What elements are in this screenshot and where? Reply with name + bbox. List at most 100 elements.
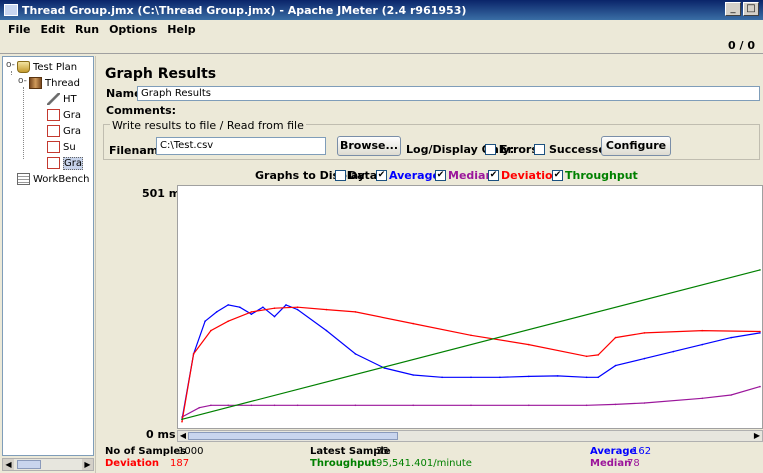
tree-line xyxy=(23,87,24,159)
graph-results-panel: Graph Results Name: Graph Results Commen… xyxy=(100,56,763,473)
deviation-checkbox[interactable]: ✔ xyxy=(488,170,499,181)
successes-checkbox[interactable] xyxy=(534,144,545,155)
stats-footer: No of Samples 1000 Latest Sample 35 Aver… xyxy=(100,444,763,472)
pane-splitter[interactable] xyxy=(95,56,99,473)
series-point-median xyxy=(296,404,299,407)
tree-node-graph-1[interactable]: Gra xyxy=(47,107,81,123)
series-point-average xyxy=(528,375,530,378)
tree-node-graph-results[interactable]: Gra xyxy=(47,155,83,171)
series-point-average xyxy=(204,320,206,322)
menu-run[interactable]: Run xyxy=(70,23,104,36)
throughput-checkbox[interactable]: ✔ xyxy=(552,170,563,181)
workbench-icon xyxy=(17,173,30,185)
deviation-stat-value: 187 xyxy=(170,458,190,469)
test-plan-tree[interactable]: o- Test Plan o- Thread HT Gra Gra Su Gra… xyxy=(2,56,94,456)
graph-icon xyxy=(47,157,60,169)
scroll-left-icon[interactable]: ◀ xyxy=(178,431,188,441)
scroll-right-icon[interactable]: ▶ xyxy=(752,431,762,441)
throughput-stat-label: Throughput xyxy=(310,458,377,469)
series-point-median xyxy=(250,404,253,407)
series-point-deviation xyxy=(597,354,599,356)
browse-button[interactable]: Browse... xyxy=(337,136,401,156)
tree-node-thread-group[interactable]: Thread xyxy=(29,75,80,91)
scroll-thumb[interactable] xyxy=(17,460,41,469)
graph-svg xyxy=(181,269,761,423)
file-section-legend: Write results to file / Read from file xyxy=(110,119,306,132)
tree-node-test-plan[interactable]: Test Plan xyxy=(17,59,77,75)
series-point-average xyxy=(215,311,218,313)
minimize-button[interactable]: _ xyxy=(725,2,741,16)
data-checkbox[interactable] xyxy=(335,170,346,181)
series-point-median xyxy=(354,404,357,407)
series-point-average xyxy=(227,304,229,306)
graph-icon xyxy=(47,141,60,153)
series-point-average xyxy=(441,376,443,379)
menu-help[interactable]: Help xyxy=(162,23,200,36)
series-point-average xyxy=(296,308,299,311)
file-section: Write results to file / Read from file F… xyxy=(103,119,760,160)
average-stat-value: 162 xyxy=(632,446,652,457)
samples-label: No of Samples xyxy=(105,446,187,457)
series-point-deviation xyxy=(412,322,414,325)
series-point-deviation xyxy=(614,336,617,339)
series-point-deviation xyxy=(192,353,195,355)
series-point-deviation xyxy=(585,355,588,358)
menu-file[interactable]: File xyxy=(0,23,36,36)
errors-checkbox[interactable] xyxy=(485,144,496,155)
menu-options[interactable]: Options xyxy=(104,23,162,36)
graph-icon xyxy=(47,125,60,137)
median-checkbox[interactable]: ✔ xyxy=(435,170,446,181)
series-point-median xyxy=(273,404,276,407)
average-checkbox[interactable]: ✔ xyxy=(376,170,387,181)
series-point-average xyxy=(701,343,703,346)
series-point-deviation xyxy=(643,332,646,334)
series-point-average xyxy=(597,376,599,379)
series-point-average xyxy=(585,376,588,379)
graph-horizontal-scrollbar[interactable]: ◀ ▶ xyxy=(177,430,763,442)
filename-input[interactable]: C:\Test.csv xyxy=(156,137,326,155)
graph-icon xyxy=(47,109,60,121)
data-label: Data xyxy=(348,169,378,182)
name-input[interactable]: Graph Results xyxy=(137,86,760,101)
tree-node-summary[interactable]: Su xyxy=(47,139,76,155)
menu-edit[interactable]: Edit xyxy=(36,23,70,36)
series-point-deviation xyxy=(325,308,328,311)
graph-plot-area xyxy=(177,185,763,429)
tree-node-graph-2[interactable]: Gra xyxy=(47,123,81,139)
series-point-deviation xyxy=(273,307,276,309)
throughput-stat-value: 95,541.401/minute xyxy=(376,458,472,469)
flask-icon xyxy=(17,61,30,73)
series-point-average xyxy=(354,353,357,355)
series-point-deviation xyxy=(470,334,472,337)
expand-handle-icon[interactable]: o- xyxy=(6,60,15,70)
configure-button[interactable]: Configure xyxy=(601,136,671,156)
series-point-median xyxy=(528,404,530,407)
scroll-left-icon[interactable]: ◀ xyxy=(3,459,14,470)
scroll-right-icon[interactable]: ▶ xyxy=(82,459,93,470)
series-point-average xyxy=(285,304,287,306)
series-point-deviation xyxy=(354,311,357,313)
series-point-median xyxy=(701,397,703,400)
throughput-label: Throughput xyxy=(565,169,638,182)
series-point-average xyxy=(273,315,276,318)
median-stat-value: 78 xyxy=(627,458,640,469)
series-point-deviation xyxy=(296,306,299,308)
series-point-median xyxy=(227,404,229,407)
series-point-average xyxy=(470,376,472,379)
series-point-average xyxy=(556,375,559,377)
status-strip: 0 / 0 xyxy=(0,38,763,54)
comments-label: Comments: xyxy=(106,104,177,117)
tree-node-workbench[interactable]: WorkBench xyxy=(17,171,90,187)
samples-value: 1000 xyxy=(178,446,204,457)
app-icon xyxy=(4,4,18,16)
maximize-button[interactable]: □ xyxy=(743,2,759,16)
scroll-thumb[interactable] xyxy=(188,432,398,440)
series-point-average xyxy=(759,332,761,334)
expand-handle-icon[interactable]: o- xyxy=(18,76,27,86)
tree-node-http-request[interactable]: HT xyxy=(47,91,77,107)
tree-horizontal-scrollbar[interactable]: ◀ ▶ xyxy=(2,458,94,471)
series-point-median xyxy=(614,403,617,406)
series-point-average xyxy=(643,357,646,360)
series-point-average xyxy=(614,364,617,367)
menu-bar: File Edit Run Options Help xyxy=(0,20,763,38)
